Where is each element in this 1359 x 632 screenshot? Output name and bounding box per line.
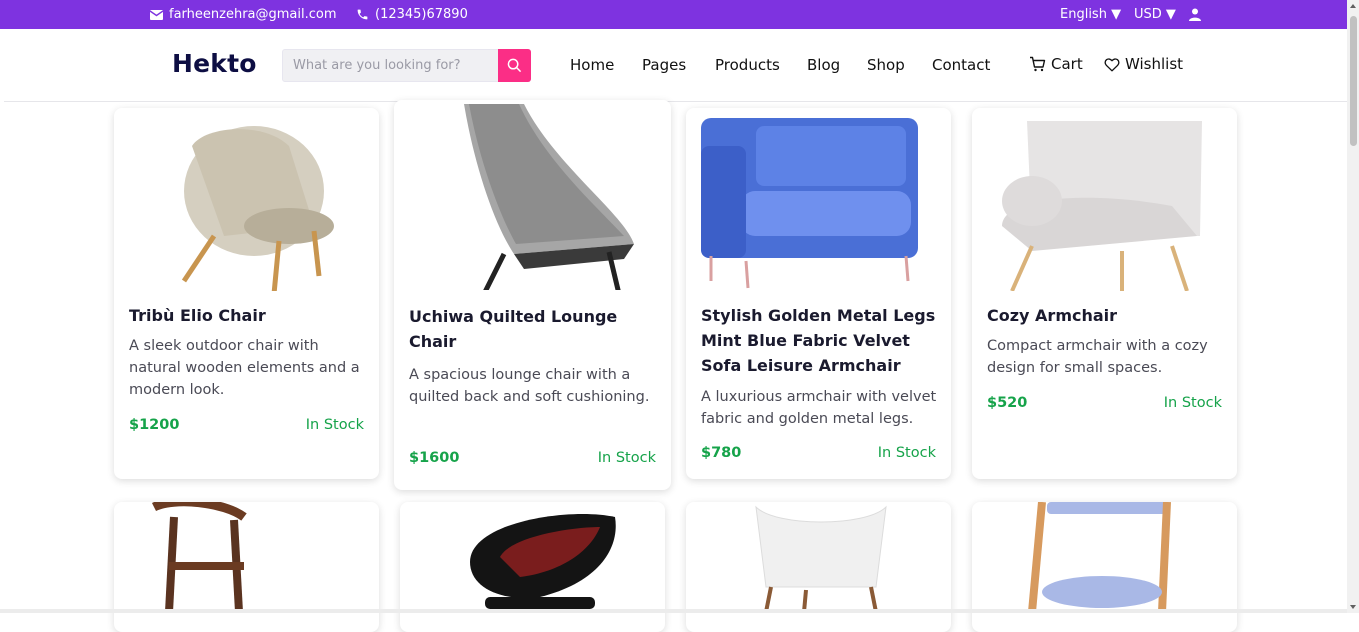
- product-image: [1002, 121, 1202, 291]
- search-icon: [507, 58, 522, 73]
- phone-icon: [357, 9, 368, 20]
- cart-label: Cart: [1051, 55, 1083, 73]
- product-price: $1200: [129, 417, 180, 433]
- product-title[interactable]: Cozy Armchair: [987, 303, 1225, 328]
- currency-select[interactable]: USD ▼: [1134, 0, 1176, 29]
- product-image: [470, 514, 616, 609]
- stock-status: In Stock: [305, 417, 364, 433]
- scrollbar-thumb[interactable]: [1350, 16, 1357, 146]
- nav-shop[interactable]: Shop: [867, 56, 905, 74]
- logo[interactable]: Hekto: [172, 49, 257, 78]
- product-card[interactable]: Cozy Armchair Compact armchair with a co…: [972, 108, 1237, 479]
- product-image: [151, 502, 247, 612]
- nav-blog[interactable]: Blog: [807, 56, 840, 74]
- scroll-up-icon[interactable]: [1350, 4, 1356, 8]
- product-title[interactable]: Tribù Elio Chair: [129, 303, 367, 328]
- top-bar: farheenzehra@gmail.com (12345)67890 Engl…: [0, 0, 1347, 29]
- product-title[interactable]: Stylish Golden Metal Legs Mint Blue Fabr…: [701, 303, 939, 378]
- product-image: [464, 104, 634, 290]
- search-button[interactable]: [498, 49, 531, 82]
- product-description: A spacious lounge chair with a quilted b…: [409, 367, 650, 405]
- product-image: [1028, 502, 1171, 612]
- language-label: English ▼: [1060, 7, 1122, 22]
- product-card[interactable]: Tribù Elio Chair A sleek outdoor chair w…: [114, 108, 379, 479]
- product-price: $780: [701, 445, 742, 461]
- stock-status: In Stock: [1163, 395, 1222, 411]
- mail-icon: [150, 9, 163, 20]
- product-description: A sleek outdoor chair with natural woode…: [129, 338, 360, 398]
- main-header: Hekto Home Pages Products Blog Shop Cont…: [4, 29, 1347, 102]
- product-image: [755, 505, 887, 612]
- search-bar: [282, 49, 531, 82]
- product-image: [181, 126, 334, 291]
- product-price: $1600: [409, 450, 460, 466]
- product-card[interactable]: Uchiwa Quilted Lounge Chair A spacious l…: [394, 100, 671, 490]
- page-scrollbar[interactable]: [1347, 0, 1359, 613]
- cart-icon: [1030, 56, 1046, 72]
- scroll-down-icon[interactable]: [1350, 605, 1356, 609]
- nav-contact[interactable]: Contact: [932, 56, 990, 74]
- phone-contact[interactable]: (12345)67890: [356, 0, 468, 29]
- stock-status: In Stock: [877, 445, 936, 461]
- email-text: farheenzehra@gmail.com: [169, 7, 337, 22]
- product-price: $520: [987, 395, 1028, 411]
- account-button[interactable]: [1189, 0, 1201, 29]
- wishlist-label: Wishlist: [1125, 55, 1184, 73]
- heart-icon: [1104, 57, 1120, 71]
- product-description: A luxurious armchair with velvet fabric …: [701, 389, 937, 427]
- user-icon: [1189, 8, 1201, 21]
- language-select[interactable]: English ▼: [1060, 0, 1121, 29]
- product-image: [701, 118, 918, 289]
- nav-pages[interactable]: Pages: [642, 56, 686, 74]
- bottom-edge: [0, 609, 1347, 613]
- search-input[interactable]: [283, 50, 500, 81]
- phone-text: (12345)67890: [375, 7, 468, 22]
- nav-home[interactable]: Home: [570, 56, 614, 74]
- product-description: Compact armchair with a cozy design for …: [987, 338, 1208, 376]
- product-card[interactable]: Stylish Golden Metal Legs Mint Blue Fabr…: [686, 108, 951, 479]
- product-title[interactable]: Uchiwa Quilted Lounge Chair: [409, 304, 659, 354]
- nav-products[interactable]: Products: [715, 56, 780, 74]
- currency-label: USD ▼: [1134, 7, 1176, 22]
- wishlist-link[interactable]: Wishlist: [1104, 55, 1183, 73]
- stock-status: In Stock: [597, 450, 656, 466]
- cart-link[interactable]: Cart: [1029, 55, 1083, 73]
- email-contact[interactable]: farheenzehra@gmail.com: [150, 0, 337, 29]
